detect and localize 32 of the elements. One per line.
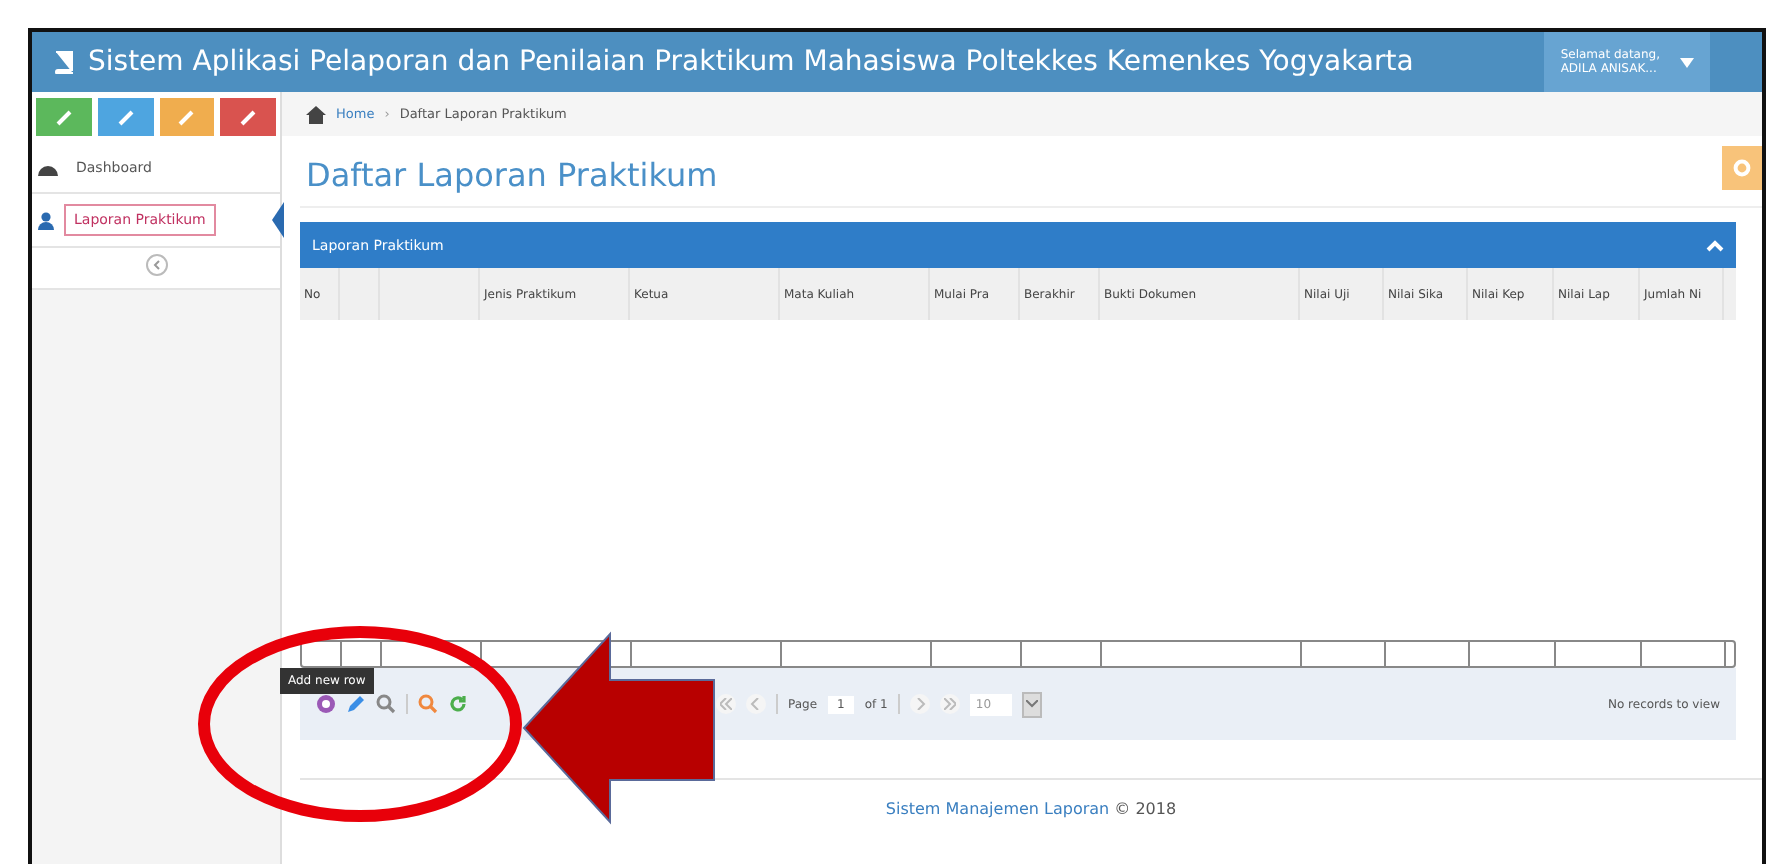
collapse-icon[interactable]	[145, 254, 167, 276]
home-icon	[306, 105, 326, 123]
settings-button[interactable]	[1722, 145, 1762, 189]
shortcut-button[interactable]	[36, 98, 92, 136]
page-title: Daftar Laporan Praktikum	[306, 156, 718, 194]
add-icon[interactable]	[316, 694, 336, 714]
dropdown-button[interactable]	[1021, 691, 1042, 717]
dashboard-icon	[38, 160, 58, 176]
user-icon	[38, 211, 54, 229]
previous-page-button[interactable]	[746, 694, 766, 714]
line-icon	[55, 109, 72, 125]
first-page-button[interactable]	[716, 694, 736, 714]
line-icon	[240, 109, 257, 125]
shortcut-button[interactable]	[220, 98, 276, 136]
book-icon	[52, 50, 76, 74]
line-icon	[178, 109, 195, 125]
shortcut-button[interactable]	[159, 98, 215, 136]
copyright-text: © 2018	[1114, 800, 1177, 818]
settings-icon	[1732, 157, 1752, 177]
app-title: Sistem Aplikasi Pelaporan dan Penilaian Praktikum Mahasiswa Poltekkes Kemenkes Yogyakarta	[88, 46, 1416, 78]
footer-link[interactable]: Sistem Manajemen Laporan	[885, 800, 1110, 818]
pointer-icon	[272, 202, 284, 238]
refresh-icon[interactable]	[448, 694, 468, 714]
next-page-button[interactable]	[909, 694, 930, 714]
caret-icon	[1025, 699, 1038, 707]
line-icon	[117, 109, 134, 125]
shortcut-button[interactable]	[97, 98, 153, 136]
chevron-icon[interactable]	[1706, 239, 1724, 251]
view-icon[interactable]	[376, 694, 396, 714]
last-page-button[interactable]	[939, 694, 960, 714]
caret-icon	[1680, 57, 1694, 67]
search-icon[interactable]	[418, 694, 438, 714]
